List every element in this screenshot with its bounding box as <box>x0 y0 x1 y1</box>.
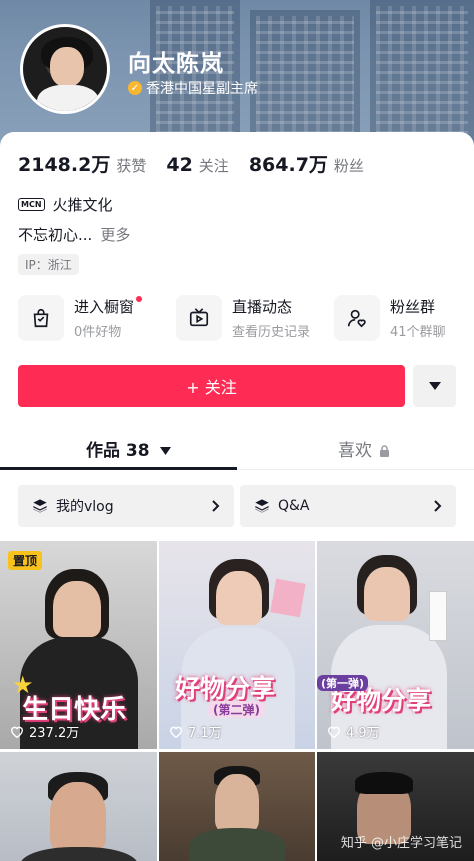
chevron-right-icon <box>212 500 220 512</box>
video-tile[interactable]: 好物分享 (第二弹) 7.1万 <box>159 541 315 749</box>
video-tile[interactable] <box>0 752 157 861</box>
followers-count[interactable]: 864.7万 <box>249 150 328 177</box>
ip-location-tag: IP：浙江 <box>18 254 79 275</box>
shortcut-row: 进入橱窗 0件好物 直播动态 查看历史记录 粉丝群 41个群聊 <box>18 295 474 341</box>
tv-play-icon <box>176 295 222 341</box>
video-likes: 4.9万 <box>327 722 380 741</box>
verified-badge: ✓ 香港中国星副主席 <box>128 78 258 98</box>
tab-works-label: 作品 38 <box>86 441 150 461</box>
tab-likes[interactable]: 喜欢 <box>338 436 390 461</box>
shortcut-showcase-subtitle: 0件好物 <box>74 325 122 340</box>
collection-qa-label: Q&A <box>278 498 310 514</box>
shortcut-fan-group-title: 粉丝群 <box>390 298 436 316</box>
video-likes-count: 7.1万 <box>188 726 222 741</box>
fan-group-icon <box>334 295 380 341</box>
collection-vlog-label: 我的vlog <box>56 499 114 515</box>
followers-label[interactable]: 粉丝 <box>334 155 364 176</box>
shortcut-showcase[interactable]: 进入橱窗 0件好物 <box>18 295 176 341</box>
tab-likes-label: 喜欢 <box>338 441 372 461</box>
bio-text: 不忘初心... <box>18 226 93 244</box>
video-tile[interactable]: 置顶 生日快乐 ★ 237.2万 <box>0 541 157 749</box>
lock-icon <box>380 444 390 457</box>
notification-dot <box>136 296 143 302</box>
stack-icon <box>33 499 47 513</box>
collection-vlog[interactable]: 我的vlog <box>18 485 234 527</box>
chevron-right-icon <box>434 500 442 512</box>
bio-more-link[interactable]: 更多 <box>100 226 130 244</box>
star-icon: ★ <box>12 671 34 699</box>
follow-button[interactable]: + 关注 <box>18 365 405 407</box>
video-overlay-subtext: (第一弹) <box>317 675 369 691</box>
tab-works[interactable]: 作品 38 <box>86 436 171 461</box>
collection-qa[interactable]: Q&A <box>240 485 456 527</box>
shortcut-fan-group-subtitle: 41个群聊 <box>390 325 446 340</box>
mcn-row[interactable]: MCN 火推文化 <box>18 194 113 215</box>
video-likes-count: 4.9万 <box>346 726 380 741</box>
shortcut-live-title: 直播动态 <box>232 298 293 316</box>
active-tab-indicator <box>0 467 237 470</box>
video-likes: 237.2万 <box>10 722 79 741</box>
stack-icon <box>255 499 269 513</box>
avatar[interactable] <box>20 24 110 114</box>
video-overlay-subtext: (第二弹) <box>207 701 266 718</box>
video-grid: 置顶 生日快乐 ★ 237.2万 好物分享 (第二弹) 7.1万 好物分享 (第… <box>0 541 474 861</box>
following-count[interactable]: 42 <box>166 154 192 176</box>
shortcut-fan-group[interactable]: 粉丝群 41个群聊 <box>334 295 474 341</box>
video-likes: 7.1万 <box>169 722 222 741</box>
profile-card: 2148.2万 获赞 42 关注 864.7万 粉丝 MCN 火推文化 不忘初心… <box>0 132 474 861</box>
stats-row: 2148.2万 获赞 42 关注 864.7万 粉丝 <box>18 150 378 177</box>
shopping-bag-icon <box>18 295 64 341</box>
likes-count: 2148.2万 <box>18 154 111 176</box>
pinned-badge: 置顶 <box>8 551 43 570</box>
following-label[interactable]: 关注 <box>199 155 229 176</box>
heart-outline-icon <box>11 726 23 738</box>
mcn-agency: 火推文化 <box>52 196 113 214</box>
bio: 不忘初心... 更多 <box>18 224 130 245</box>
content-tabs: 作品 38 喜欢 <box>0 430 474 470</box>
mcn-icon: MCN <box>18 198 45 211</box>
video-tile[interactable]: 好物分享 (第一弹) 4.9万 <box>317 541 474 749</box>
more-options-button[interactable] <box>413 365 456 407</box>
likes-label: 获赞 <box>116 157 147 175</box>
shortcut-live-subtitle: 查看历史记录 <box>232 325 311 340</box>
verified-check-icon: ✓ <box>128 81 142 95</box>
verified-title: 香港中国星副主席 <box>146 81 258 97</box>
shortcut-live[interactable]: 直播动态 查看历史记录 <box>176 295 334 341</box>
video-tile[interactable] <box>159 752 315 861</box>
heart-outline-icon <box>170 726 182 738</box>
heart-outline-icon <box>328 726 340 738</box>
video-likes-count: 237.2万 <box>29 726 80 741</box>
caret-down-icon <box>428 382 441 390</box>
profile-banner: 向太陈岚 ✓ 香港中国星副主席 <box>0 0 474 150</box>
video-overlay-text: 好物分享 <box>175 674 276 703</box>
watermark: 知乎 @小庄学习笔记 <box>340 836 462 851</box>
shortcut-showcase-title: 进入橱窗 <box>74 298 135 316</box>
caret-down-icon <box>159 447 171 455</box>
video-overlay-text: 生日快乐 <box>22 695 127 725</box>
profile-name: 向太陈岚 <box>128 51 224 77</box>
